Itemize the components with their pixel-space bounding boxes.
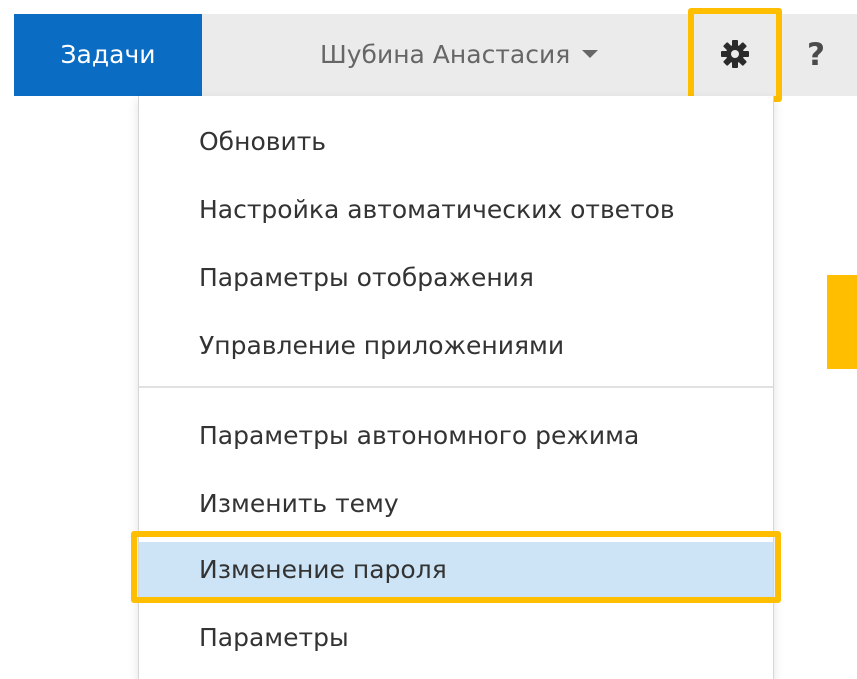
gear-icon (721, 40, 749, 68)
user-name: Шубина Анастасия (320, 40, 571, 69)
menu-item-auto-replies[interactable]: Настройка автоматических ответов (139, 182, 773, 238)
menu-item-refresh[interactable]: Обновить (139, 114, 773, 170)
menu-item-change-password[interactable]: Изменение пароля (139, 542, 773, 598)
help-button[interactable]: ? (790, 14, 842, 96)
user-menu-button[interactable]: Шубина Анастасия (320, 14, 599, 96)
settings-dropdown-menu: Обновить Настройка автоматических ответо… (138, 96, 774, 679)
chevron-down-icon (582, 50, 599, 58)
menu-divider (139, 386, 773, 388)
menu-item-change-theme[interactable]: Изменить тему (139, 476, 773, 532)
menu-item-display-settings[interactable]: Параметры отображения (139, 250, 773, 306)
page: Задачи Шубина Анастасия ? Обновить Настр… (0, 0, 857, 679)
menu-item-manage-apps[interactable]: Управление приложениями (139, 318, 773, 374)
settings-button[interactable] (704, 23, 766, 85)
menu-item-options[interactable]: Параметры (139, 610, 773, 666)
tab-tasks[interactable]: Задачи (14, 14, 202, 96)
menu-item-offline-settings[interactable]: Параметры автономного режима (139, 408, 773, 464)
side-highlight-mark (827, 275, 857, 369)
